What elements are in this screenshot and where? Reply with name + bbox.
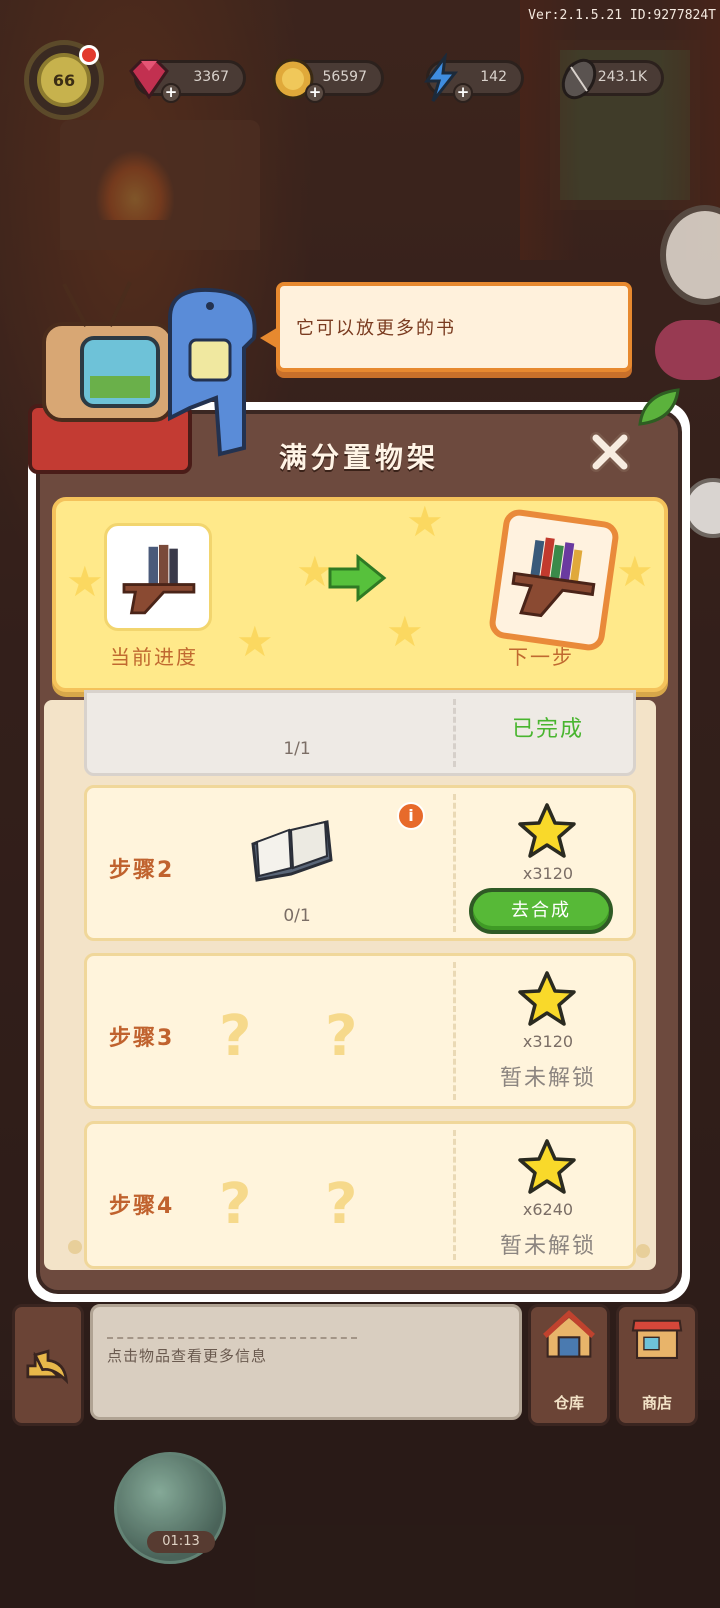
corner-dot — [68, 1240, 82, 1254]
bg-star-icon: ★ — [616, 547, 654, 596]
tv-dino-decoration — [28, 281, 257, 474]
bg-star-icon: ★ — [236, 617, 274, 666]
step-1-status: 已完成 — [511, 717, 584, 742]
gems-value: 3367 — [193, 69, 229, 85]
arrow-right-icon — [328, 553, 387, 603]
step-2-progress: 0/1 — [283, 906, 311, 926]
star-icon — [518, 803, 576, 858]
gems-counter[interactable]: + 3367 — [129, 59, 246, 103]
shop-icon — [631, 1319, 683, 1359]
dashed-line — [107, 1337, 357, 1339]
merge-button[interactable]: 去合成 — [469, 888, 613, 934]
version-label: Ver:2.1.5.21 ID:9277824T — [528, 8, 716, 23]
star-icon — [518, 971, 576, 1026]
piggy-bank-side-button[interactable] — [655, 320, 720, 380]
bottom-bar: 点击物品查看更多信息 仓库 商店 — [10, 1298, 710, 1426]
level-badge[interactable]: 66 — [24, 40, 104, 120]
progress-banner: ★ ★ ★ ★ ★ ★ 当前进度 下一步 — [52, 497, 668, 692]
step-4-reward: x6240 — [522, 1200, 574, 1219]
step-4-status: 暂未解锁 — [499, 1234, 596, 1259]
close-icon[interactable] — [588, 430, 632, 474]
step-row-2: 步骤2 i 0/1 x3120 去合成 — [84, 785, 636, 941]
notification-dot — [79, 45, 99, 65]
step-1-progress: 1/1 — [283, 739, 311, 759]
step-2-reward: x3120 — [522, 864, 574, 883]
back-arrow-icon — [26, 1349, 69, 1385]
current-item-card[interactable] — [104, 523, 212, 631]
step-4-label: 步骤4 — [109, 1194, 175, 1219]
row-divider — [453, 962, 456, 1100]
bg-star-icon: ★ — [386, 607, 424, 656]
current-progress-label: 当前进度 — [110, 645, 198, 669]
speech-bubble: 它可以放更多的书 — [260, 282, 632, 372]
leaf-icon — [638, 388, 680, 426]
next-step-label: 下一步 — [508, 645, 574, 669]
unknown-item-1: ? — [219, 1004, 252, 1069]
star-icon — [518, 1139, 576, 1194]
gems-plus-icon[interactable]: + — [161, 83, 181, 103]
step-row-1: 1/1 已完成 — [84, 690, 636, 776]
timed-bubble-item[interactable]: 01:13 — [114, 1452, 226, 1564]
warehouse-button[interactable]: 仓库 — [528, 1304, 610, 1426]
step-row-4: 步骤4 ? ? x6240 暂未解锁 — [84, 1121, 636, 1269]
row-divider — [453, 699, 456, 767]
next-item-card[interactable] — [487, 507, 621, 653]
bookshelf-icon — [511, 537, 596, 618]
step-3-reward: x3120 — [522, 1032, 574, 1051]
bg-star-icon: ★ — [406, 497, 444, 546]
coins-plus-icon[interactable]: + — [305, 83, 325, 103]
step-2-label: 步骤2 — [109, 858, 175, 883]
back-button[interactable] — [12, 1304, 84, 1426]
shop-button[interactable]: 商店 — [616, 1304, 698, 1426]
unknown-item-2: ? — [325, 1172, 358, 1237]
warehouse-label: 仓库 — [553, 1394, 584, 1412]
shelf-icon — [122, 544, 196, 615]
corner-dot — [636, 1244, 650, 1258]
coins-counter[interactable]: + 56597 — [272, 58, 384, 103]
unknown-item-2: ? — [325, 1004, 358, 1069]
timer-value: 01:13 — [147, 1531, 215, 1553]
bg-star-icon: ★ — [66, 557, 104, 606]
row-divider — [453, 1130, 456, 1260]
row-divider — [453, 794, 456, 932]
book-icon[interactable] — [247, 814, 333, 884]
bubble-text: 它可以放更多的书 — [296, 318, 456, 339]
item-info-box: 点击物品查看更多信息 — [90, 1304, 522, 1420]
energy-plus-icon[interactable]: + — [453, 83, 473, 103]
warehouse-icon — [543, 1310, 595, 1358]
seeds-value: 243.1K — [597, 69, 647, 85]
shop-label: 商店 — [641, 1394, 672, 1412]
step-3-status: 暂未解锁 — [499, 1066, 596, 1091]
energy-value: 142 — [480, 69, 507, 85]
energy-counter[interactable]: + 142 — [424, 53, 524, 103]
step-row-3: 步骤3 ? ? x3120 暂未解锁 — [84, 953, 636, 1109]
unknown-item-1: ? — [219, 1172, 252, 1237]
info-icon[interactable]: i — [397, 802, 425, 830]
info-hint-text: 点击物品查看更多信息 — [107, 1347, 268, 1365]
step-3-label: 步骤3 — [109, 1026, 175, 1051]
coins-value: 56597 — [322, 69, 367, 85]
seeds-counter[interactable]: 243.1K — [561, 58, 664, 100]
